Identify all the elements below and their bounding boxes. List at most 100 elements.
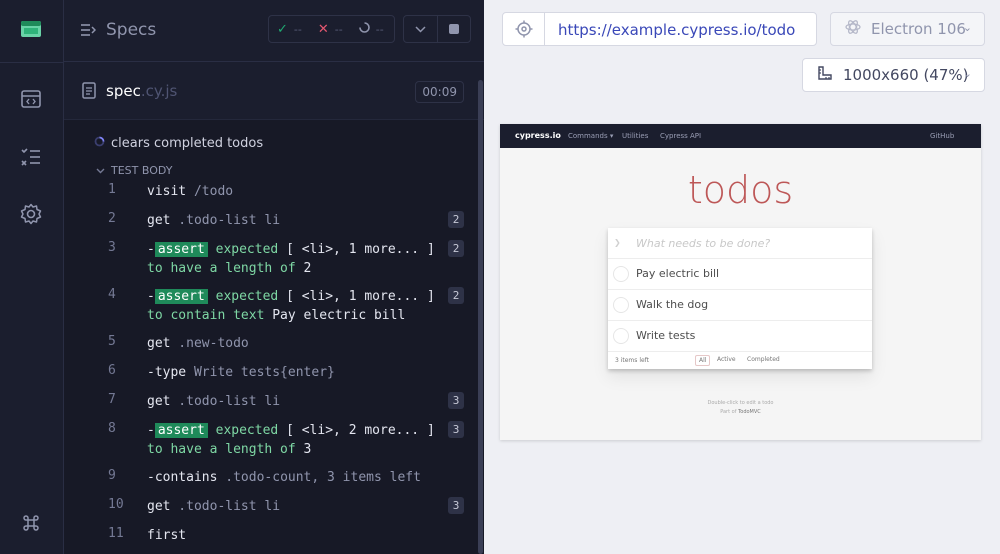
aut-nav-utilities[interactable]: Utilities [622,132,648,140]
test-body-header[interactable]: TEST BODY [96,164,172,177]
command-name: visit [147,184,187,199]
command-number: 7 [108,392,116,407]
collapse-chevron-icon[interactable] [404,16,438,42]
todo-toggle-checkbox[interactable] [613,328,629,344]
cypress-logo-icon[interactable] [14,12,48,46]
element-count-badge: 2 [448,240,464,257]
url-text[interactable]: https://example.cypress.io/todo [558,21,795,39]
app-under-test-frame: cypress.io Commands ▾ Utilities Cypress … [500,124,981,440]
command-number: 1 [108,182,116,197]
command-val: 2 [303,261,312,276]
todomvc-link[interactable]: TodoMVC [738,409,761,415]
todo-label: Pay electric bill [636,267,720,280]
collapse-specs-icon[interactable] [80,22,97,41]
command-assert: assert [154,423,208,438]
command-val: [ <li>, 1 more... ] [286,289,435,304]
url-bar[interactable]: https://example.cypress.io/todo [502,12,817,46]
command-name: get [147,336,171,351]
aut-nav-cypress-api[interactable]: Cypress API [660,132,701,140]
command-number: 3 [108,240,116,255]
command-expect: to have a length of [147,442,304,457]
command-name: first [147,528,187,543]
new-todo-placeholder: What needs to be done? [636,237,771,250]
spec-file-name[interactable]: spec.cy.js [106,82,177,100]
command-number: 11 [108,526,124,541]
spec-duration: 00:09 [415,81,464,103]
command-val: Pay electric bill [272,308,406,323]
running-spinner-icon [94,136,105,151]
command-text: first [147,526,437,545]
reporter-header: Specs ✓ -- ✕ -- -- [64,0,484,62]
todo-item[interactable]: Walk the dog [608,290,872,321]
command-text: get .todo-list li [147,211,437,230]
viewport-selector[interactable]: 1000x660 (47%) ⌄ [802,58,985,92]
command-name: -contains [147,470,218,485]
reporter-panel: Specs ✓ -- ✕ -- -- spec.cy.js 00:09 clears… [64,0,484,554]
element-count-badge: 3 [448,421,464,438]
runs-icon[interactable] [14,82,48,116]
command-expect: expected [207,242,287,257]
todo-footer: 3 items left All Active Completed [608,352,872,369]
filter-active[interactable]: Active [714,355,739,364]
browser-selector[interactable]: Electron 106 ⌄ [830,12,985,46]
pending-count: -- [375,22,384,36]
command-text: - assert expected [ <li>, 2 more... ] to h… [147,421,437,459]
chevron-down-icon: ⌄ [962,67,972,80]
command-name: - [147,423,155,438]
test-title[interactable]: clears completed todos [94,136,263,151]
command-arg: .todo-list li [170,394,281,409]
command-number: 6 [108,363,116,378]
command-assert: assert [154,242,208,257]
todo-toggle-checkbox[interactable] [613,297,629,313]
specs-title[interactable]: Specs [106,20,156,40]
element-count-badge: 3 [448,392,464,409]
new-todo-input[interactable]: ❯ What needs to be done? [608,228,872,259]
passed-check-icon: ✓ [277,21,288,37]
ruler-icon [817,65,833,85]
command-key-icon[interactable] [14,506,48,540]
command-number: 9 [108,468,116,483]
icon-rail [0,0,64,554]
todo-item[interactable]: Write tests [608,321,872,352]
command-val: 3 [303,442,312,457]
todo-app: ❯ What needs to be done? Pay electric bi… [608,228,872,369]
scrollbar[interactable] [478,80,483,554]
failed-count: -- [334,22,343,36]
todo-toggle-checkbox[interactable] [613,266,629,282]
chevron-down-icon [96,164,105,177]
pending-circle-icon [358,22,370,36]
selector-playground-icon[interactable] [503,13,545,45]
specs-list-icon[interactable] [14,140,48,174]
filter-all[interactable]: All [695,355,711,366]
element-count-badge: 3 [448,497,464,514]
todo-item[interactable]: Pay electric bill [608,259,872,290]
document-icon [82,82,96,103]
filter-completed[interactable]: Completed [744,355,783,364]
command-expect: expected [207,289,287,304]
command-text: get .new-todo [147,334,437,353]
stop-button[interactable] [438,16,471,42]
todo-label: Write tests [636,329,696,342]
command-expect: to have a length of [147,261,304,276]
stop-square-icon [448,24,459,34]
aut-brand[interactable]: cypress.io [515,131,561,140]
command-text: visit /todo [147,182,437,201]
aut-nav-commands[interactable]: Commands ▾ [568,132,613,140]
command-number: 4 [108,287,116,302]
element-count-badge: 2 [448,287,464,304]
settings-gear-icon[interactable] [14,197,48,231]
command-arg: /todo [186,184,234,199]
command-name: get [147,213,171,228]
command-number: 8 [108,421,116,436]
command-text: get .todo-list li [147,392,437,411]
command-text: -type Write tests{enter} [147,363,437,382]
command-text: - assert expected [ <li>, 1 more... ] to c… [147,287,437,325]
aut-navbar: cypress.io Commands ▾ Utilities Cypress … [500,124,981,148]
spec-file-row: spec.cy.js 00:09 [64,62,484,120]
toggle-all-icon[interactable]: ❯ [614,238,621,247]
command-number: 5 [108,334,116,349]
command-name: get [147,394,171,409]
command-expect: to contain text [147,308,273,323]
todos-heading: todos [687,168,794,212]
aut-nav-github[interactable]: GitHub [930,132,954,140]
